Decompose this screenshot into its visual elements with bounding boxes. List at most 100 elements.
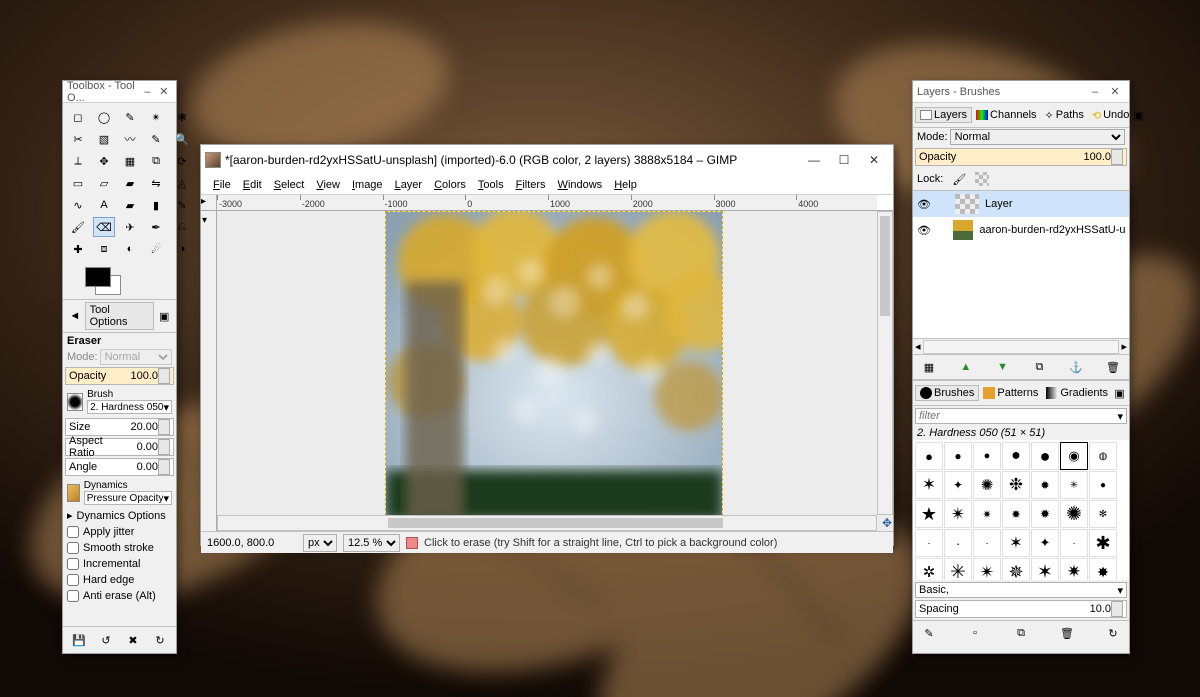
tab-layers[interactable]: Layers [915, 107, 972, 123]
brush-filter-input[interactable] [919, 410, 1117, 422]
tool-measure[interactable]: ⟂ [67, 151, 89, 171]
spacing-field[interactable]: Spacing10.0 [915, 600, 1127, 618]
brush-item[interactable]: ✹ [1031, 471, 1059, 499]
close-button[interactable]: ✕ [859, 145, 889, 175]
aspect-field[interactable]: Aspect Ratio0.00 [65, 438, 174, 456]
brush-item[interactable]: ✷ [1060, 558, 1088, 580]
brush-item[interactable]: ◉ [1060, 442, 1088, 470]
tool-ink[interactable]: ✒ [145, 217, 167, 237]
tool-flip[interactable]: ⇋ [145, 173, 167, 193]
tool-bucket-fill[interactable]: ▰ [119, 195, 141, 215]
aspect-spinner[interactable] [158, 439, 170, 455]
navigate-icon[interactable]: ✥ [882, 516, 892, 530]
checkbox-incremental[interactable]: Incremental [63, 556, 176, 572]
vertical-ruler[interactable]: ▾ [201, 211, 217, 531]
brush-item[interactable]: ● [1031, 442, 1059, 470]
tool-paths[interactable]: 〰 [119, 129, 141, 149]
tool-blend[interactable]: ▮ [145, 195, 167, 215]
tool-rotate[interactable]: ⟳ [171, 151, 193, 171]
reset-preset-icon[interactable]: ↻ [150, 630, 170, 650]
delete-preset-icon[interactable]: ✖ [123, 630, 143, 650]
tool-scissors[interactable]: ✂ [67, 129, 89, 149]
opacity-field[interactable]: Opacity 100.0 [65, 367, 174, 385]
tab-paths[interactable]: ✧Paths [1041, 108, 1088, 123]
new-brush-icon[interactable]: ▫ [965, 623, 985, 643]
units-select[interactable]: px [303, 534, 337, 552]
menu-filters[interactable]: Filters [510, 177, 552, 193]
checkbox-apply-jitter[interactable]: Apply jitter [63, 524, 176, 540]
opacity-spinner[interactable] [158, 368, 170, 384]
brush-item[interactable]: ● [1089, 471, 1117, 499]
brush-item[interactable]: ✹ [1031, 500, 1059, 528]
brush-item[interactable]: · [973, 529, 1001, 557]
brush-item[interactable]: ✳ [1060, 471, 1088, 499]
delete-layer-icon[interactable]: 🗑 [1103, 357, 1123, 377]
scroll-left-icon[interactable]: ◂ [915, 340, 921, 353]
expand-icon[interactable]: ▸ [67, 509, 73, 522]
brush-item[interactable]: ✺ [1060, 500, 1088, 528]
layer-mode-select[interactable]: Normal [950, 129, 1125, 145]
fg-bg-swatches[interactable] [85, 267, 125, 297]
dynamics-icon[interactable] [67, 484, 80, 502]
minimize-icon[interactable]: – [1085, 82, 1105, 102]
tool-perspective[interactable]: ▰ [119, 173, 141, 193]
layer-row[interactable]: 👁aaron-burden-rd2yxHSSatU-unspla [913, 217, 1129, 243]
checkbox-hard-edge[interactable]: Hard edge [63, 572, 176, 588]
tab-brushes[interactable]: Brushes [915, 385, 979, 401]
tool-color-picker[interactable]: ✎ [145, 129, 167, 149]
checkbox-anti-erase-alt-[interactable]: Anti erase (Alt) [63, 588, 176, 604]
brush-item[interactable]: ✳ [944, 558, 972, 580]
horizontal-scrollbar[interactable] [217, 515, 877, 531]
minimize-button[interactable]: — [799, 145, 829, 175]
image-canvas[interactable] [385, 211, 723, 521]
layer-row[interactable]: 👁Layer [913, 191, 1129, 217]
brush-item[interactable]: ✶ [915, 471, 943, 499]
layer-opacity-field[interactable]: Opacity100.0 [915, 148, 1127, 166]
tool-rect-select[interactable]: ◻ [67, 107, 89, 127]
menu-image[interactable]: Image [346, 177, 389, 193]
layer-list[interactable]: 👁Layer👁aaron-burden-rd2yxHSSatU-unspla [913, 190, 1129, 338]
brush-grid[interactable]: ●●●●●◉◍✶✦✺❉✹✳●★✴✷✸✹✺✻···✶✦·✱✲✳✴✵✶✷✸●✺✻✼✽… [913, 440, 1129, 580]
tab-undo[interactable]: ⟲Undo [1088, 108, 1134, 123]
size-spinner[interactable] [158, 419, 170, 435]
zoom-select[interactable]: 12.5 % [343, 534, 400, 552]
layer-opacity-spinner[interactable] [1111, 149, 1123, 165]
size-field[interactable]: Size20.00 [65, 418, 174, 436]
detach-icon[interactable]: ▣ [154, 306, 174, 326]
tab-patterns[interactable]: Patterns [979, 386, 1042, 400]
angle-spinner[interactable] [158, 459, 170, 475]
angle-field[interactable]: Angle0.00 [65, 458, 174, 476]
brush-item[interactable]: ◍ [1089, 442, 1117, 470]
brush-item[interactable]: ✸ [1002, 500, 1030, 528]
tab-menu-icon[interactable]: ▣ [1133, 105, 1143, 125]
brush-preview-icon[interactable] [67, 393, 83, 411]
toolbox-titlebar[interactable]: Toolbox - Tool O... – ✕ [63, 81, 176, 103]
visibility-eye-icon[interactable]: 👁 [917, 224, 931, 237]
tool-shear[interactable]: ▱ [93, 173, 115, 193]
tool-text[interactable]: A [93, 195, 115, 215]
maximize-button[interactable]: ☐ [829, 145, 859, 175]
restore-preset-icon[interactable]: ↺ [96, 630, 116, 650]
spacing-spinner[interactable] [1111, 601, 1123, 617]
brush-item[interactable]: ● [915, 442, 943, 470]
brush-item[interactable]: ✶ [1031, 558, 1059, 580]
menu-view[interactable]: View [310, 177, 346, 193]
tab-gradients[interactable]: Gradients [1042, 386, 1112, 400]
duplicate-layer-icon[interactable]: ⧉ [1029, 357, 1049, 377]
layers-titlebar[interactable]: Layers - Brushes – ✕ [913, 81, 1129, 103]
layer-h-scroll[interactable]: ◂ ▸ [913, 338, 1129, 354]
duplicate-brush-icon[interactable]: ⧉ [1011, 623, 1031, 643]
canvas-area[interactable]: ✥ [217, 211, 893, 531]
delete-brush-icon[interactable]: 🗑 [1057, 623, 1077, 643]
tool-scale[interactable]: ▭ [67, 173, 89, 193]
menu-tools[interactable]: Tools [472, 177, 510, 193]
arrow-left-icon[interactable]: ◄ [65, 306, 85, 326]
edit-brush-icon[interactable]: ✎ [919, 623, 939, 643]
tool-eraser[interactable]: ⌫ [93, 217, 115, 237]
brush-item[interactable]: · [944, 529, 972, 557]
scroll-right-icon[interactable]: ▸ [1121, 340, 1127, 353]
dynamics-menu-icon[interactable]: ▾ [163, 492, 169, 505]
menu-windows[interactable]: Windows [552, 177, 609, 193]
menu-file[interactable]: File [207, 177, 237, 193]
menu-colors[interactable]: Colors [428, 177, 472, 193]
